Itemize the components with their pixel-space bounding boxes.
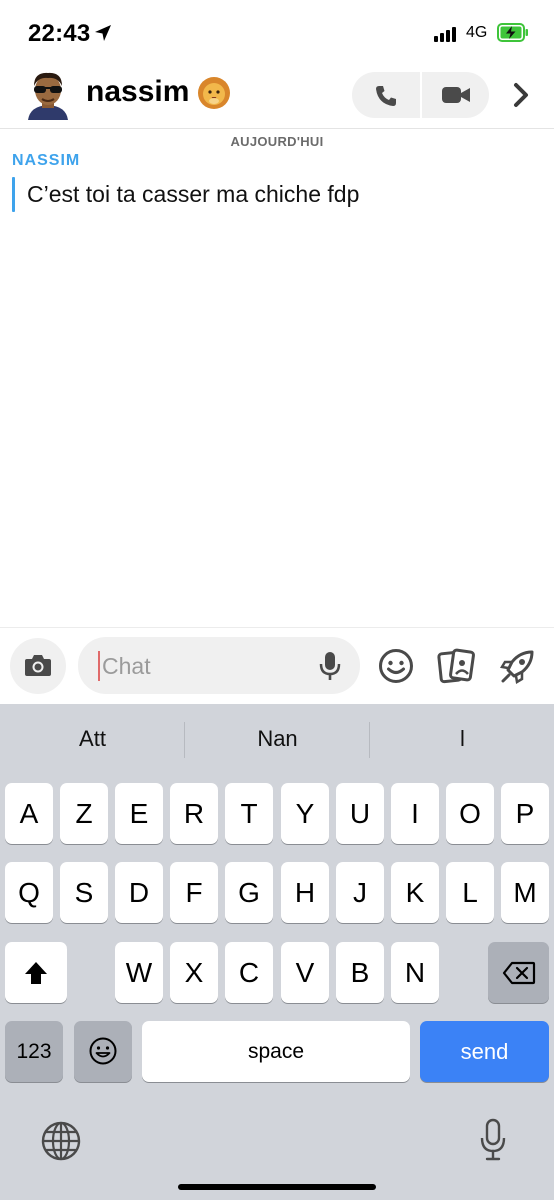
message-text[interactable]: C’est toi ta casser ma chiche fdp (27, 181, 359, 208)
globe-icon[interactable] (40, 1120, 82, 1162)
message-sender: NASSIM (12, 152, 81, 169)
key-g[interactable]: G (225, 862, 273, 923)
key-w[interactable]: W (115, 942, 163, 1003)
key-q[interactable]: Q (5, 862, 53, 923)
dictation-mic-icon[interactable] (478, 1118, 508, 1162)
compose-bar: Chat (0, 627, 554, 704)
key-n[interactable]: N (391, 942, 439, 1003)
suggestion-3[interactable]: l (390, 726, 535, 752)
backspace-key[interactable] (488, 942, 549, 1003)
emoji-key[interactable] (74, 1021, 132, 1082)
key-m[interactable]: M (501, 862, 549, 923)
shift-key[interactable] (5, 942, 67, 1003)
numbers-key[interactable]: 123 (5, 1021, 63, 1082)
key-b[interactable]: B (336, 942, 384, 1003)
keyboard: Att Nan l A Z E R T Y U I O P Q S D F G … (0, 704, 554, 1200)
network-type: 4G (466, 24, 488, 41)
voice-call-button[interactable] (352, 72, 420, 118)
home-indicator[interactable] (178, 1184, 376, 1190)
key-p[interactable]: P (501, 783, 549, 844)
key-a[interactable]: A (5, 783, 53, 844)
key-j[interactable]: J (336, 862, 384, 923)
key-o[interactable]: O (446, 783, 494, 844)
video-call-button[interactable] (422, 72, 490, 118)
key-i[interactable]: I (391, 783, 439, 844)
memories-cards-icon[interactable] (436, 646, 476, 686)
chat-input-placeholder: Chat (102, 653, 151, 679)
date-separator: AUJOURD'HUI (230, 134, 324, 149)
key-k[interactable]: K (391, 862, 439, 923)
emoji-smiley-icon[interactable] (376, 646, 416, 686)
call-controls (352, 72, 489, 118)
key-c[interactable]: C (225, 942, 273, 1003)
backspace-icon (502, 961, 536, 985)
chat-input[interactable]: Chat (78, 637, 360, 694)
camera-icon (25, 655, 51, 676)
status-time: 22:43 (28, 20, 91, 47)
send-key[interactable]: send (420, 1021, 549, 1082)
key-e[interactable]: E (115, 783, 163, 844)
text-cursor (98, 651, 100, 681)
key-d[interactable]: D (115, 862, 163, 923)
chat-header: nassim (0, 62, 554, 129)
suggestion-2[interactable]: Nan (205, 726, 350, 752)
video-camera-icon (442, 87, 470, 103)
space-key[interactable]: space (142, 1021, 410, 1082)
key-u[interactable]: U (336, 783, 384, 844)
camera-button[interactable] (10, 638, 66, 694)
key-l[interactable]: L (446, 862, 494, 923)
battery-charging-icon (497, 23, 528, 42)
key-h[interactable]: H (281, 862, 329, 923)
phone-icon (376, 86, 396, 106)
key-x[interactable]: X (170, 942, 218, 1003)
key-v[interactable]: V (281, 942, 329, 1003)
chevron-right-icon[interactable] (508, 80, 534, 110)
key-z[interactable]: Z (60, 783, 108, 844)
location-arrow-icon (95, 25, 111, 41)
status-bar: 22:43 4G (0, 0, 554, 62)
key-r[interactable]: R (170, 783, 218, 844)
rocket-icon[interactable] (498, 646, 538, 686)
avatar[interactable] (22, 68, 74, 120)
lion-emoji-icon (198, 77, 230, 109)
shift-arrow-icon (25, 962, 47, 984)
suggestion-divider (369, 722, 370, 758)
key-f[interactable]: F (170, 862, 218, 923)
key-s[interactable]: S (60, 862, 108, 923)
contact-name[interactable]: nassim (86, 75, 189, 109)
emoji-face-icon (89, 1037, 117, 1065)
key-t[interactable]: T (225, 783, 273, 844)
voice-note-mic-icon[interactable] (316, 650, 344, 682)
message-indicator-bar (12, 177, 15, 212)
suggestion-divider (184, 722, 185, 758)
key-y[interactable]: Y (281, 783, 329, 844)
suggestion-1[interactable]: Att (20, 726, 165, 752)
